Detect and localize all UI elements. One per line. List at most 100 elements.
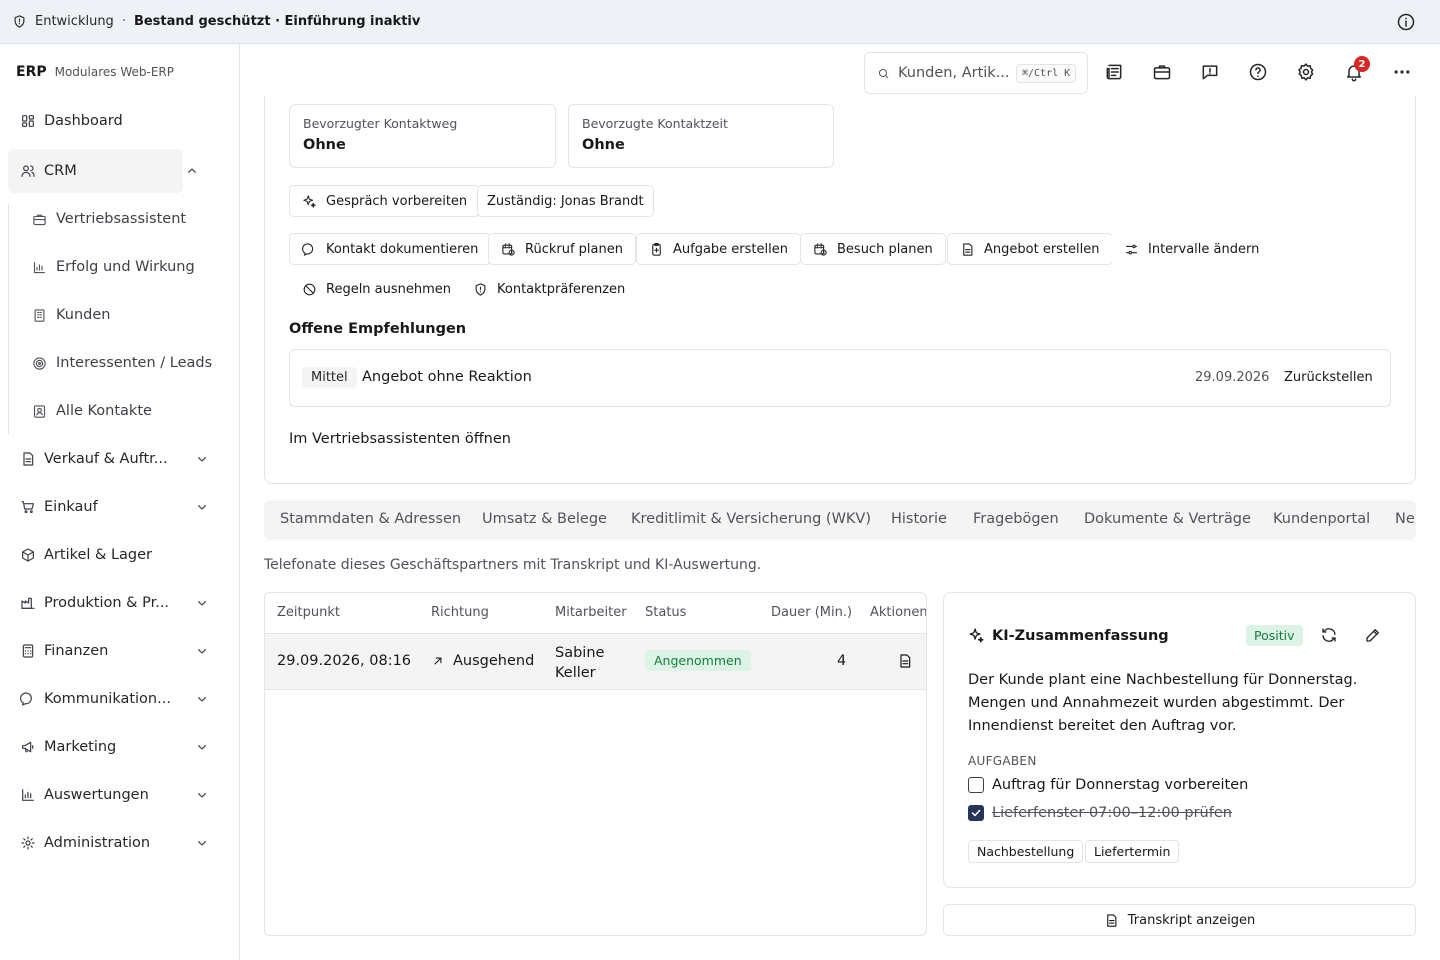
gear-icon	[20, 835, 44, 851]
sidebar-item-label: Finanzen	[44, 643, 109, 659]
plan-callback-button[interactable]: Rückruf planen	[488, 233, 636, 265]
more-button[interactable]	[1390, 60, 1414, 84]
chevron-down-icon[interactable]	[194, 835, 218, 851]
search-icon	[877, 67, 890, 80]
global-search[interactable]: Kunden, Artik... ⌘/Ctrl K	[864, 52, 1088, 94]
sidebar-item-finanzen[interactable]: Finanzen	[8, 629, 230, 673]
sidebar-item-vertriebsassistent[interactable]: Vertriebsassistent	[20, 197, 220, 241]
sidebar-item-kontakte[interactable]: Alle Kontakte	[20, 389, 220, 433]
sidebar-item-kunden[interactable]: Kunden	[20, 293, 220, 337]
task-item[interactable]: Auftrag für Donnerstag vorbereiten	[968, 777, 1248, 793]
sidebar-item-dashboard[interactable]: Dashboard	[8, 99, 230, 143]
exclude-rules-button[interactable]: Regeln ausnehmen	[289, 273, 465, 305]
task-checkbox[interactable]	[968, 805, 984, 821]
arrow-up-right-icon	[431, 654, 453, 668]
chevron-down-icon[interactable]	[194, 739, 218, 755]
column-header[interactable]: Status	[645, 605, 686, 620]
refresh-icon[interactable]	[1320, 626, 1340, 646]
dashboard-icon	[20, 113, 44, 129]
show-transcript-button[interactable]: Transkript anzeigen	[943, 904, 1416, 936]
feedback-button[interactable]	[1198, 60, 1222, 84]
sidebar-item-label: Kunden	[56, 307, 111, 323]
sidebar-item-leads[interactable]: Interessenten / Leads	[20, 341, 220, 385]
column-header[interactable]: Aktionen	[870, 605, 926, 620]
column-header[interactable]: Dauer (Min.)	[771, 605, 852, 620]
help-button[interactable]	[1246, 60, 1270, 84]
plan-visit-button[interactable]: Besuch planen	[800, 233, 946, 265]
task-item[interactable]: Lieferfenster 07:00–12:00 prüfen	[968, 805, 1232, 821]
contact-preferences-button[interactable]: Kontaktpräferenzen	[460, 273, 639, 305]
sidebar-item-marketing[interactable]: Marketing	[8, 725, 230, 769]
sidebar-item-label: Auswertungen	[44, 787, 149, 803]
chevron-down-icon[interactable]	[194, 595, 218, 611]
sidebar-item-administration[interactable]: Administration	[8, 821, 230, 865]
chevron-down-icon[interactable]	[194, 691, 218, 707]
chevron-up-icon[interactable]	[184, 163, 208, 179]
sidebar-item-verkauf[interactable]: Verkauf & Auftr...	[8, 437, 230, 481]
help-icon	[1248, 62, 1268, 82]
sidebar-item-label: Artikel & Lager	[44, 547, 152, 563]
tab-stammdaten[interactable]: Stammdaten & Adressen	[280, 511, 461, 527]
settings-button[interactable]	[1294, 60, 1318, 84]
button-label: Transkript anzeigen	[1127, 912, 1256, 928]
task-checkbox[interactable]	[968, 777, 984, 793]
sidebar-item-label: Interessenten / Leads	[56, 355, 213, 371]
chevron-down-icon[interactable]	[194, 787, 218, 803]
tab-next[interactable]: Ne	[1395, 511, 1415, 527]
chart-icon	[20, 787, 44, 803]
news-button[interactable]	[1102, 60, 1126, 84]
sidebar: ERP Modulares Web-ERP Dashboard CRM Vert…	[0, 44, 240, 960]
edit-icon[interactable]	[1364, 626, 1384, 646]
prepare-call-button[interactable]: Gespräch vorbereiten	[289, 185, 481, 217]
column-header[interactable]: Mitarbeiter	[555, 605, 627, 620]
submenu-line	[8, 204, 9, 434]
document-contact-button[interactable]: Kontakt dokumentieren	[289, 233, 492, 265]
sidebar-item-kommunikation[interactable]: Kommunikation...	[8, 677, 230, 721]
shield-icon	[473, 282, 497, 297]
sidebar-item-label: Dashboard	[44, 113, 123, 129]
column-header[interactable]: Zeitpunkt	[277, 605, 340, 620]
chevron-down-icon[interactable]	[194, 451, 218, 467]
create-task-button[interactable]: Aufgabe erstellen	[636, 233, 801, 265]
sidebar-item-produktion[interactable]: Produktion & Pr...	[8, 581, 230, 625]
table-row[interactable]: 29.09.2026, 08:16 Ausgehend Sabine Kelle…	[265, 634, 926, 690]
tab-dokumente[interactable]: Dokumente & Verträge	[1084, 511, 1251, 527]
brand[interactable]: ERP Modulares Web-ERP	[16, 64, 174, 80]
chevron-down-icon[interactable]	[194, 643, 218, 659]
sidebar-item-erfolg[interactable]: Erfolg und Wirkung	[20, 245, 220, 289]
recommendation-date: 29.09.2026	[1195, 370, 1270, 385]
owner-badge[interactable]: Zuständig: Jonas Brandt	[477, 185, 654, 217]
open-sales-assistant-link[interactable]: Im Vertriebsassistenten öffnen	[289, 431, 511, 447]
owner-label: Zuständig: Jonas Brandt	[487, 193, 644, 209]
tab-kreditlimit[interactable]: Kreditlimit & Versicherung (WKV)	[631, 511, 871, 527]
button-label: Regeln ausnehmen	[326, 281, 452, 297]
sidebar-item-einkauf[interactable]: Einkauf	[8, 485, 230, 529]
column-header[interactable]: Richtung	[431, 605, 489, 620]
chevron-down-icon[interactable]	[194, 499, 218, 515]
detail-tabs: Stammdaten & Adressen Umsatz & Belege Kr…	[264, 500, 1416, 540]
button-label: Intervalle ändern	[1148, 241, 1260, 257]
banner-separator: ·	[121, 14, 126, 29]
tab-historie[interactable]: Historie	[891, 511, 947, 527]
info-icon[interactable]	[1396, 12, 1416, 32]
create-offer-button[interactable]: Angebot erstellen	[947, 233, 1113, 265]
chart-icon	[32, 260, 56, 275]
tab-frageboegen[interactable]: Fragebögen	[973, 511, 1059, 527]
workspace-button[interactable]	[1150, 60, 1174, 84]
tab-kundenportal[interactable]: Kundenportal	[1273, 511, 1370, 527]
sidebar-item-auswertungen[interactable]: Auswertungen	[8, 773, 230, 817]
brand-subtitle: Modulares Web-ERP	[54, 65, 174, 79]
preferred-channel-field: Bevorzugter Kontaktweg Ohne	[289, 104, 556, 168]
task-label: Auftrag für Donnerstag vorbereiten	[992, 777, 1249, 793]
title-label: KI-Zusammenfassung	[992, 627, 1169, 644]
tab-umsatz[interactable]: Umsatz & Belege	[482, 511, 607, 527]
change-intervals-button[interactable]: Intervalle ändern	[1111, 233, 1273, 265]
open-transcript-action[interactable]	[897, 653, 913, 669]
sidebar-item-crm[interactable]: CRM	[8, 149, 196, 193]
search-input[interactable]: Kunden, Artik...	[898, 65, 1008, 81]
defer-button[interactable]: Zurückstellen	[1284, 370, 1373, 385]
document-icon	[960, 242, 984, 257]
sidebar-item-artikel[interactable]: Artikel & Lager	[8, 533, 230, 577]
tag-chip: Liefertermin	[1085, 840, 1180, 863]
calculator-icon	[20, 643, 44, 659]
